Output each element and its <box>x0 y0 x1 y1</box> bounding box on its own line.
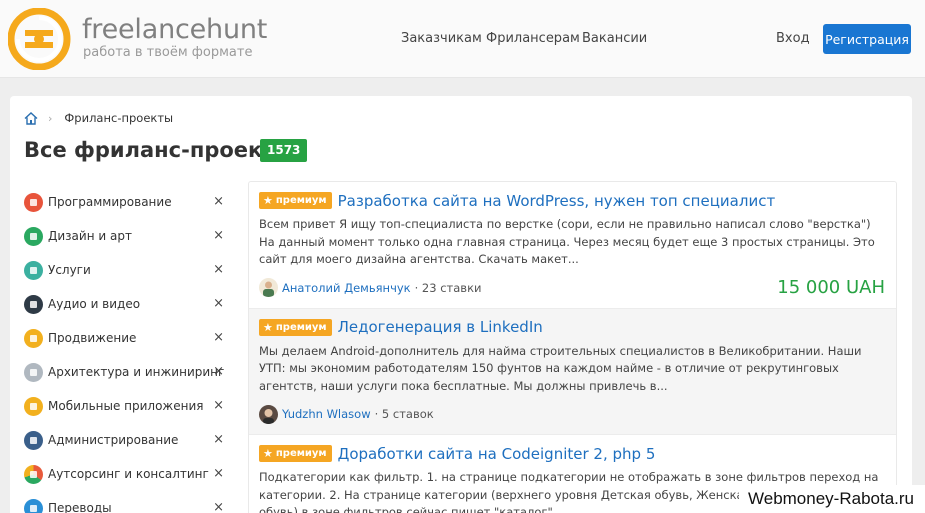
category-label: Дизайн и арт <box>48 229 132 243</box>
megaphone-icon <box>24 328 43 348</box>
category-item-translations[interactable]: Переводы × <box>24 491 230 513</box>
brand-tagline: работа в твоём формате <box>83 45 253 60</box>
category-item-audio-video[interactable]: Аудио и видео × <box>24 287 230 321</box>
category-item-architecture[interactable]: Архитектура и инжиниринг × <box>24 355 230 389</box>
remove-filter-icon[interactable]: × <box>213 364 224 379</box>
category-item-promotion[interactable]: Продвижение × <box>24 321 230 355</box>
category-item-mobile-apps[interactable]: Мобильные приложения × <box>24 389 230 423</box>
cube-icon <box>24 362 43 382</box>
avatar[interactable] <box>259 404 278 424</box>
project-author-link[interactable]: Анатолий Демьянчук <box>282 281 411 295</box>
watermark: Webmoney-Rabota.ru <box>739 485 925 513</box>
freelancehunt-logo-icon[interactable] <box>8 8 72 70</box>
project-author-link[interactable]: Yudzhn Wlasow <box>282 407 371 421</box>
project-title-link[interactable]: Ледогенерация в LinkedIn <box>338 318 543 336</box>
chevron-right-icon: › <box>48 111 53 125</box>
project-card: ★ премиум Разработка сайта на WordPress, … <box>249 182 896 309</box>
register-button[interactable]: Регистрация <box>823 24 911 54</box>
category-label: Программирование <box>48 195 172 209</box>
project-title-link[interactable]: Доработки сайта на Codeigniter 2, php 5 <box>338 445 656 463</box>
home-icon[interactable] <box>24 111 38 125</box>
chart-pie-icon <box>24 464 43 484</box>
server-icon <box>24 430 43 450</box>
category-label: Архитектура и инжиниринг <box>48 365 225 379</box>
category-label: Мобильные приложения <box>48 399 204 413</box>
remove-filter-icon[interactable]: × <box>213 432 224 447</box>
project-description: Всем привет Я ищу топ-специалиста по вер… <box>259 217 875 266</box>
category-item-services[interactable]: Услуги × <box>24 253 230 287</box>
category-label: Услуги <box>48 263 91 277</box>
remove-filter-icon[interactable]: × <box>213 330 224 345</box>
remove-filter-icon[interactable]: × <box>213 262 224 277</box>
category-label: Администрирование <box>48 433 179 447</box>
star-icon: ★ <box>263 194 273 207</box>
remove-filter-icon[interactable]: × <box>213 296 224 311</box>
premium-badge: ★ премиум <box>259 318 332 336</box>
brand-name[interactable]: freelancehunt <box>82 14 267 45</box>
category-label: Продвижение <box>48 331 137 345</box>
category-item-programming[interactable]: Программирование × <box>24 185 230 219</box>
code-icon <box>24 192 43 212</box>
translate-icon <box>24 498 43 513</box>
category-item-administration[interactable]: Администрирование × <box>24 423 230 457</box>
avatar[interactable] <box>259 278 278 297</box>
category-filter-list: Программирование × Дизайн и арт × Услуги… <box>24 185 230 513</box>
breadcrumb: › Фриланс-проекты <box>24 111 173 125</box>
category-item-design[interactable]: Дизайн и арт × <box>24 219 230 253</box>
nav-freelancers[interactable]: Фрилансерам <box>486 31 580 46</box>
project-bids-count: · 5 ставок <box>374 407 434 421</box>
project-title-link[interactable]: Разработка сайта на WordPress, нужен топ… <box>338 192 776 210</box>
projects-count-badge: 1573 <box>260 139 308 162</box>
remove-filter-icon[interactable]: × <box>213 500 224 513</box>
nav-clients[interactable]: Заказчикам <box>401 31 482 46</box>
category-label: Аудио и видео <box>48 297 141 311</box>
remove-filter-icon[interactable]: × <box>213 466 224 481</box>
category-item-outsourcing[interactable]: Аутсорсинг и консалтинг × <box>24 457 230 491</box>
page-title: Все фриланс-проекты <box>24 138 294 162</box>
premium-badge: ★ премиум <box>259 445 332 462</box>
project-list: ★ премиум Разработка сайта на WordPress, … <box>248 181 897 513</box>
star-icon: ★ <box>263 447 273 460</box>
category-label: Переводы <box>48 501 112 513</box>
login-link[interactable]: Вход <box>776 31 810 46</box>
project-card: ★ премиум Ледогенерация в LinkedIn Мы дел… <box>249 308 896 435</box>
remove-filter-icon[interactable]: × <box>213 194 224 209</box>
project-bids-count: · 23 ставки <box>414 280 482 295</box>
breadcrumb-current: Фриланс-проекты <box>64 111 174 125</box>
star-icon: ★ <box>263 320 273 334</box>
project-price: 15 000 UAH <box>777 277 885 298</box>
phone-icon <box>24 396 43 416</box>
palette-icon <box>24 226 43 246</box>
project-description: Мы делаем Android-дополнитель для найма … <box>259 343 862 393</box>
remove-filter-icon[interactable]: × <box>213 228 224 243</box>
category-label: Аутсорсинг и консалтинг <box>48 467 209 481</box>
remove-filter-icon[interactable]: × <box>213 398 224 413</box>
site-header: freelancehunt работа в твоём формате Зак… <box>0 0 925 78</box>
nav-vacancies[interactable]: Вакансии <box>582 31 647 46</box>
cup-icon <box>24 260 43 280</box>
clapper-icon <box>24 294 43 314</box>
premium-badge: ★ премиум <box>259 192 332 209</box>
